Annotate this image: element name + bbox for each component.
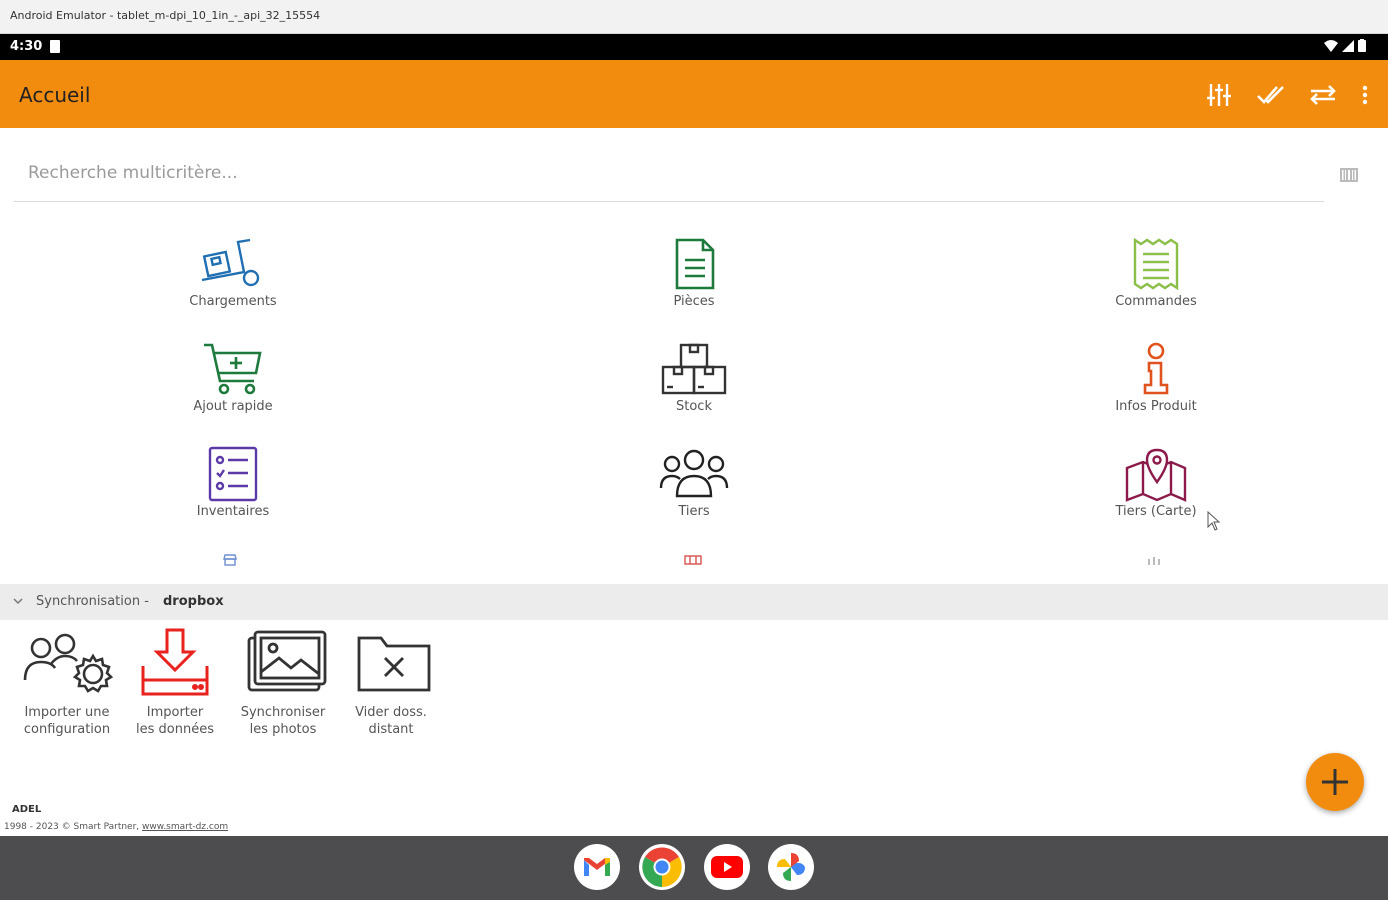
tile-pieces[interactable]: Pièces bbox=[594, 236, 794, 309]
download-tray-icon bbox=[141, 628, 209, 696]
boxes-icon bbox=[661, 343, 727, 395]
import-config-button[interactable]: Importer une configuration bbox=[15, 628, 119, 738]
tile-label: Chargements bbox=[189, 294, 277, 309]
search-box bbox=[14, 146, 1324, 202]
tile-infos-produit[interactable]: Infos Produit bbox=[1056, 341, 1256, 414]
cart-plus-icon bbox=[204, 343, 262, 395]
sync-tile-label-line2: distant bbox=[368, 722, 414, 737]
people-icon bbox=[659, 449, 729, 498]
sync-tile-label-line1: Vider doss. bbox=[355, 705, 427, 720]
tune-icon bbox=[1207, 84, 1231, 106]
import-data-button[interactable]: Importer les données bbox=[123, 628, 227, 738]
tile-label: Inventaires bbox=[196, 504, 270, 519]
footer-copyright-text: 1998 - 2023 © Smart Partner, bbox=[4, 822, 140, 832]
done-all-button[interactable] bbox=[1254, 78, 1288, 112]
tile-commandes[interactable]: Commandes bbox=[1056, 236, 1256, 309]
page-indicator-ticket-icon[interactable] bbox=[684, 554, 702, 566]
tile-stock[interactable]: Stock bbox=[594, 341, 794, 414]
mouse-cursor-icon bbox=[1207, 511, 1221, 531]
info-icon bbox=[1143, 342, 1169, 395]
clear-remote-folder-button[interactable]: Vider doss. distant bbox=[339, 628, 443, 738]
filter-settings-button[interactable] bbox=[1202, 78, 1236, 112]
tile-label: Pièces bbox=[673, 294, 715, 309]
tile-chargements[interactable]: Chargements bbox=[133, 236, 333, 309]
chrome-icon bbox=[642, 847, 682, 887]
photos-app[interactable] bbox=[768, 844, 814, 890]
hand-truck-icon bbox=[201, 238, 260, 287]
tile-inventaires[interactable]: Inventaires bbox=[133, 446, 333, 519]
status-icons bbox=[1324, 39, 1366, 52]
sync-tile-label-line1: Synchroniser bbox=[240, 705, 326, 720]
double-check-icon bbox=[1257, 86, 1284, 104]
document-icon bbox=[675, 238, 715, 290]
plus-icon bbox=[1322, 769, 1348, 795]
emulator-title: Android Emulator - tablet_m-dpi_10_1in_-… bbox=[10, 9, 321, 22]
map-pin-icon bbox=[1125, 448, 1187, 502]
sync-tile-label-line1: Importer bbox=[146, 705, 204, 720]
footer-link[interactable]: www.smart-dz.com bbox=[142, 822, 228, 832]
tile-label: Tiers (Carte) bbox=[1115, 504, 1197, 519]
page-indicator-bars-icon[interactable] bbox=[1147, 554, 1161, 566]
youtube-app[interactable] bbox=[704, 844, 750, 890]
status-time: 4:30 bbox=[10, 39, 43, 54]
tile-label: Commandes bbox=[1115, 294, 1197, 309]
battery-icon bbox=[1358, 39, 1366, 52]
status-bar: 4:30 bbox=[0, 34, 1388, 60]
page-indicator-shop-icon[interactable] bbox=[222, 554, 238, 566]
sync-button[interactable] bbox=[1306, 78, 1340, 112]
gmail-app[interactable] bbox=[574, 844, 620, 890]
sync-provider: dropbox bbox=[163, 594, 224, 609]
swap-arrows-icon bbox=[1310, 85, 1336, 105]
sync-label: Synchronisation - bbox=[36, 594, 149, 609]
footer-copyright: 1998 - 2023 © Smart Partner, www.smart-d… bbox=[4, 822, 228, 832]
photos-app-icon bbox=[777, 853, 805, 881]
more-vertical-icon bbox=[1362, 85, 1368, 105]
chrome-app[interactable] bbox=[639, 844, 685, 890]
app-bar: Accueil bbox=[0, 60, 1388, 128]
search-input[interactable] bbox=[28, 158, 1128, 188]
app-bar-actions bbox=[1202, 78, 1372, 112]
users-gear-icon bbox=[23, 633, 114, 693]
barcode-scan-icon[interactable] bbox=[1340, 168, 1358, 182]
signal-icon bbox=[1342, 39, 1354, 52]
emulator-titlebar: Android Emulator - tablet_m-dpi_10_1in_-… bbox=[0, 0, 1388, 34]
chevron-down-icon bbox=[13, 598, 23, 605]
sync-tile-label-line2: configuration bbox=[23, 722, 111, 737]
tile-tiers-carte[interactable]: Tiers (Carte) bbox=[1056, 446, 1256, 519]
receipt-icon bbox=[1133, 237, 1179, 291]
sd-card-icon bbox=[50, 40, 60, 53]
wifi-icon bbox=[1324, 39, 1338, 52]
checklist-icon bbox=[208, 446, 258, 502]
tile-label: Stock bbox=[676, 399, 712, 414]
footer-brand: ADEL bbox=[12, 804, 42, 815]
tile-label: Tiers bbox=[678, 504, 710, 519]
sync-section-header[interactable]: Synchronisation - dropbox bbox=[0, 584, 1388, 620]
tile-ajout-rapide[interactable]: Ajout rapide bbox=[133, 341, 333, 414]
tile-label: Ajout rapide bbox=[193, 399, 273, 414]
folder-x-icon bbox=[357, 636, 431, 692]
photos-icon bbox=[247, 630, 327, 692]
page-title: Accueil bbox=[19, 83, 91, 107]
sync-tile-label-line2: les photos bbox=[249, 722, 317, 737]
sync-tile-label-line1: Importer une bbox=[24, 705, 110, 720]
sync-tile-label-line2: les données bbox=[136, 722, 214, 737]
youtube-icon bbox=[711, 856, 743, 878]
tile-tiers[interactable]: Tiers bbox=[594, 446, 794, 519]
taskbar-dock bbox=[0, 836, 1388, 900]
gmail-icon bbox=[584, 858, 610, 876]
sync-photos-button[interactable]: Synchroniser les photos bbox=[231, 628, 335, 738]
tile-label: Infos Produit bbox=[1115, 399, 1197, 414]
more-options-button[interactable] bbox=[1358, 78, 1372, 112]
add-fab-button[interactable] bbox=[1306, 753, 1364, 811]
